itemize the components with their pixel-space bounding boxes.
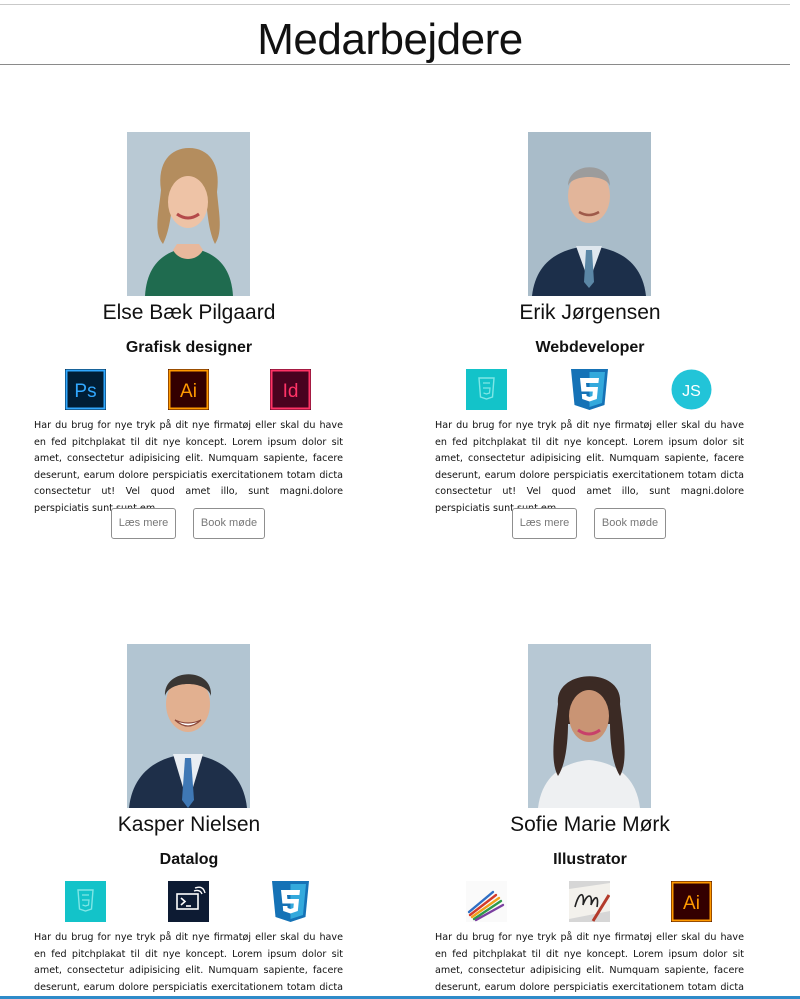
css3-icon	[270, 881, 311, 922]
employee-card: Sofie Marie Mørk Illustrator Ai Har du b…	[435, 644, 755, 996]
calligraphy-icon	[569, 881, 610, 922]
employee-bio: Har du brug for nye tryk på dit nye firm…	[34, 420, 343, 514]
employee-bio: Har du brug for nye tryk på dit nye firm…	[435, 932, 744, 993]
employee-role: Datalog	[159, 851, 219, 868]
illustrator-icon: Ai	[671, 881, 712, 922]
svg-text:Ai: Ai	[683, 893, 700, 914]
photoshop-icon: Ps	[65, 369, 106, 410]
employee-name: Kasper Nielsen	[117, 813, 261, 836]
employee-photo	[528, 644, 651, 808]
svg-text:Ps: Ps	[74, 381, 96, 402]
terminal-icon	[168, 881, 209, 922]
employee-card: Else Bæk Pilgaard Grafisk designer Ps Ai…	[34, 132, 354, 552]
employee-name: Sofie Marie Mørk	[510, 813, 670, 836]
indesign-icon: Id	[270, 369, 311, 410]
employee-role: Grafisk designer	[125, 339, 253, 356]
svg-text:JS: JS	[682, 383, 701, 400]
employee-role: Webdeveloper	[535, 339, 645, 356]
colored-pencils-icon	[466, 881, 507, 922]
book-meeting-button[interactable]: Book møde	[193, 508, 265, 539]
employee-photo	[528, 132, 651, 296]
top-rule	[0, 4, 790, 5]
css3-icon	[569, 369, 610, 410]
employee-name: Else Bæk Pilgaard	[102, 301, 276, 324]
employee-card: Kasper Nielsen Datalog Har du brug for n…	[34, 644, 354, 996]
employee-bio: Har du brug for nye tryk på dit nye firm…	[34, 932, 343, 993]
read-more-button[interactable]: Læs mere	[512, 508, 577, 539]
employee-role: Illustrator	[553, 851, 627, 868]
html-icon	[65, 881, 106, 922]
svg-text:Id: Id	[283, 381, 299, 402]
page-title: Medarbejdere	[257, 15, 523, 64]
html-icon	[466, 369, 507, 410]
employee-name: Erik Jørgensen	[519, 301, 661, 324]
employee-photo	[127, 132, 250, 296]
employee-card: Erik Jørgensen Webdeveloper JS Har du br…	[435, 132, 755, 552]
title-divider	[0, 64, 790, 65]
javascript-icon: JS	[671, 369, 712, 410]
book-meeting-button[interactable]: Book møde	[594, 508, 666, 539]
svg-text:Ai: Ai	[180, 381, 197, 402]
employee-photo	[127, 644, 250, 808]
read-more-button[interactable]: Læs mere	[111, 508, 176, 539]
employee-bio: Har du brug for nye tryk på dit nye firm…	[435, 420, 744, 514]
illustrator-icon: Ai	[168, 369, 209, 410]
